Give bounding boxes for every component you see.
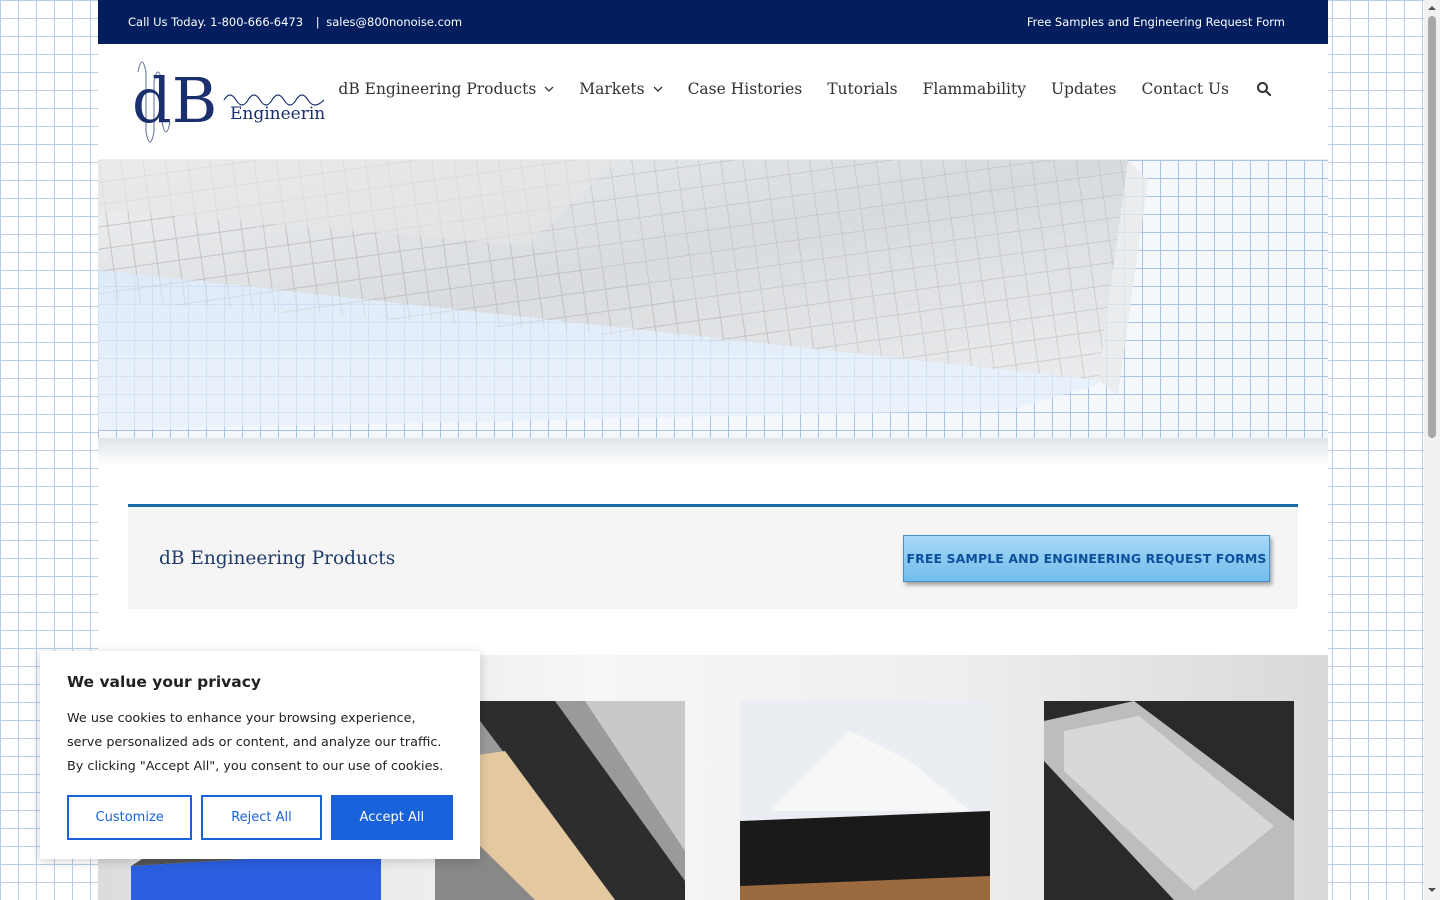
top-bar: Call Us Today. 1-800-666-6473 | sales@80… — [98, 0, 1328, 44]
nav-item-updates[interactable]: Updates — [1051, 80, 1117, 98]
cookie-title: We value your privacy — [67, 673, 262, 691]
accept-all-button[interactable]: Accept All — [330, 795, 453, 840]
cookie-consent-banner: We value your privacy We use cookies to … — [40, 651, 480, 859]
nav-item-label: Tutorials — [827, 80, 898, 98]
nav-item-flammability[interactable]: Flammability — [923, 80, 1026, 98]
nav-item-label: dB Engineering Products — [338, 80, 537, 98]
callout-title: dB Engineering Products — [159, 547, 396, 569]
logo-main-text: dB — [132, 64, 217, 137]
main-nav: dB Engineering Products Markets Case His… — [313, 80, 1272, 98]
nav-item-products[interactable]: dB Engineering Products — [338, 80, 554, 98]
nav-item-label: Flammability — [922, 80, 1026, 98]
nav-item-case-histories[interactable]: Case Histories — [688, 80, 803, 98]
free-samples-link[interactable]: Free Samples and Engineering Request For… — [1027, 15, 1285, 29]
nav-item-markets[interactable]: Markets — [579, 80, 663, 98]
nav-item-label: Case Histories — [687, 80, 803, 98]
contact-info: Call Us Today. 1-800-666-6473 | sales@80… — [128, 15, 465, 29]
scroll-up-arrow-icon[interactable] — [1428, 4, 1436, 12]
nav-item-tutorials[interactable]: Tutorials — [827, 80, 897, 98]
reject-all-button[interactable]: Reject All — [201, 795, 322, 840]
product-foil-composite-graphic — [1044, 701, 1294, 900]
logo-sub-text: Engineering — [230, 104, 326, 124]
phone-link[interactable]: Call Us Today. 1-800-666-6473 — [128, 15, 303, 29]
products-callout: dB Engineering Products FREE SAMPLE AND … — [128, 504, 1298, 609]
scroll-down-arrow-icon[interactable] — [1428, 886, 1436, 894]
nav-item-label: Contact Us — [1141, 80, 1230, 98]
db-engineering-logo[interactable]: dB Engineering — [130, 52, 326, 152]
page-scrollbar[interactable] — [1424, 0, 1440, 900]
chevron-down-icon — [653, 86, 663, 92]
hero-image — [98, 160, 1328, 438]
email-link[interactable]: sales@800nonoise.com — [326, 15, 462, 29]
product-image-adhesive-foam[interactable] — [740, 701, 990, 900]
site-header: dB Engineering dB Engineering Products M… — [98, 44, 1328, 160]
product-image-foil-composite[interactable] — [1044, 701, 1294, 900]
hero-shadow — [98, 438, 1328, 466]
separator: | — [315, 15, 320, 29]
chevron-down-icon — [544, 86, 554, 92]
cookie-buttons: Customize Reject All Accept All — [67, 795, 453, 840]
cookie-body: We use cookies to enhance your browsing … — [67, 711, 444, 774]
nav-item-label: Updates — [1050, 80, 1117, 98]
nav-item-label: Markets — [579, 80, 645, 98]
hero-foil-foam-graphic — [98, 160, 1148, 430]
request-forms-button[interactable]: FREE SAMPLE AND ENGINEERING REQUEST FORM… — [903, 534, 1270, 582]
nav-item-contact[interactable]: Contact Us — [1142, 80, 1230, 98]
scrollbar-thumb[interactable] — [1428, 16, 1436, 438]
customize-button[interactable]: Customize — [67, 795, 193, 840]
product-adhesive-foam-graphic — [740, 701, 990, 900]
search-icon[interactable] — [1256, 81, 1272, 97]
